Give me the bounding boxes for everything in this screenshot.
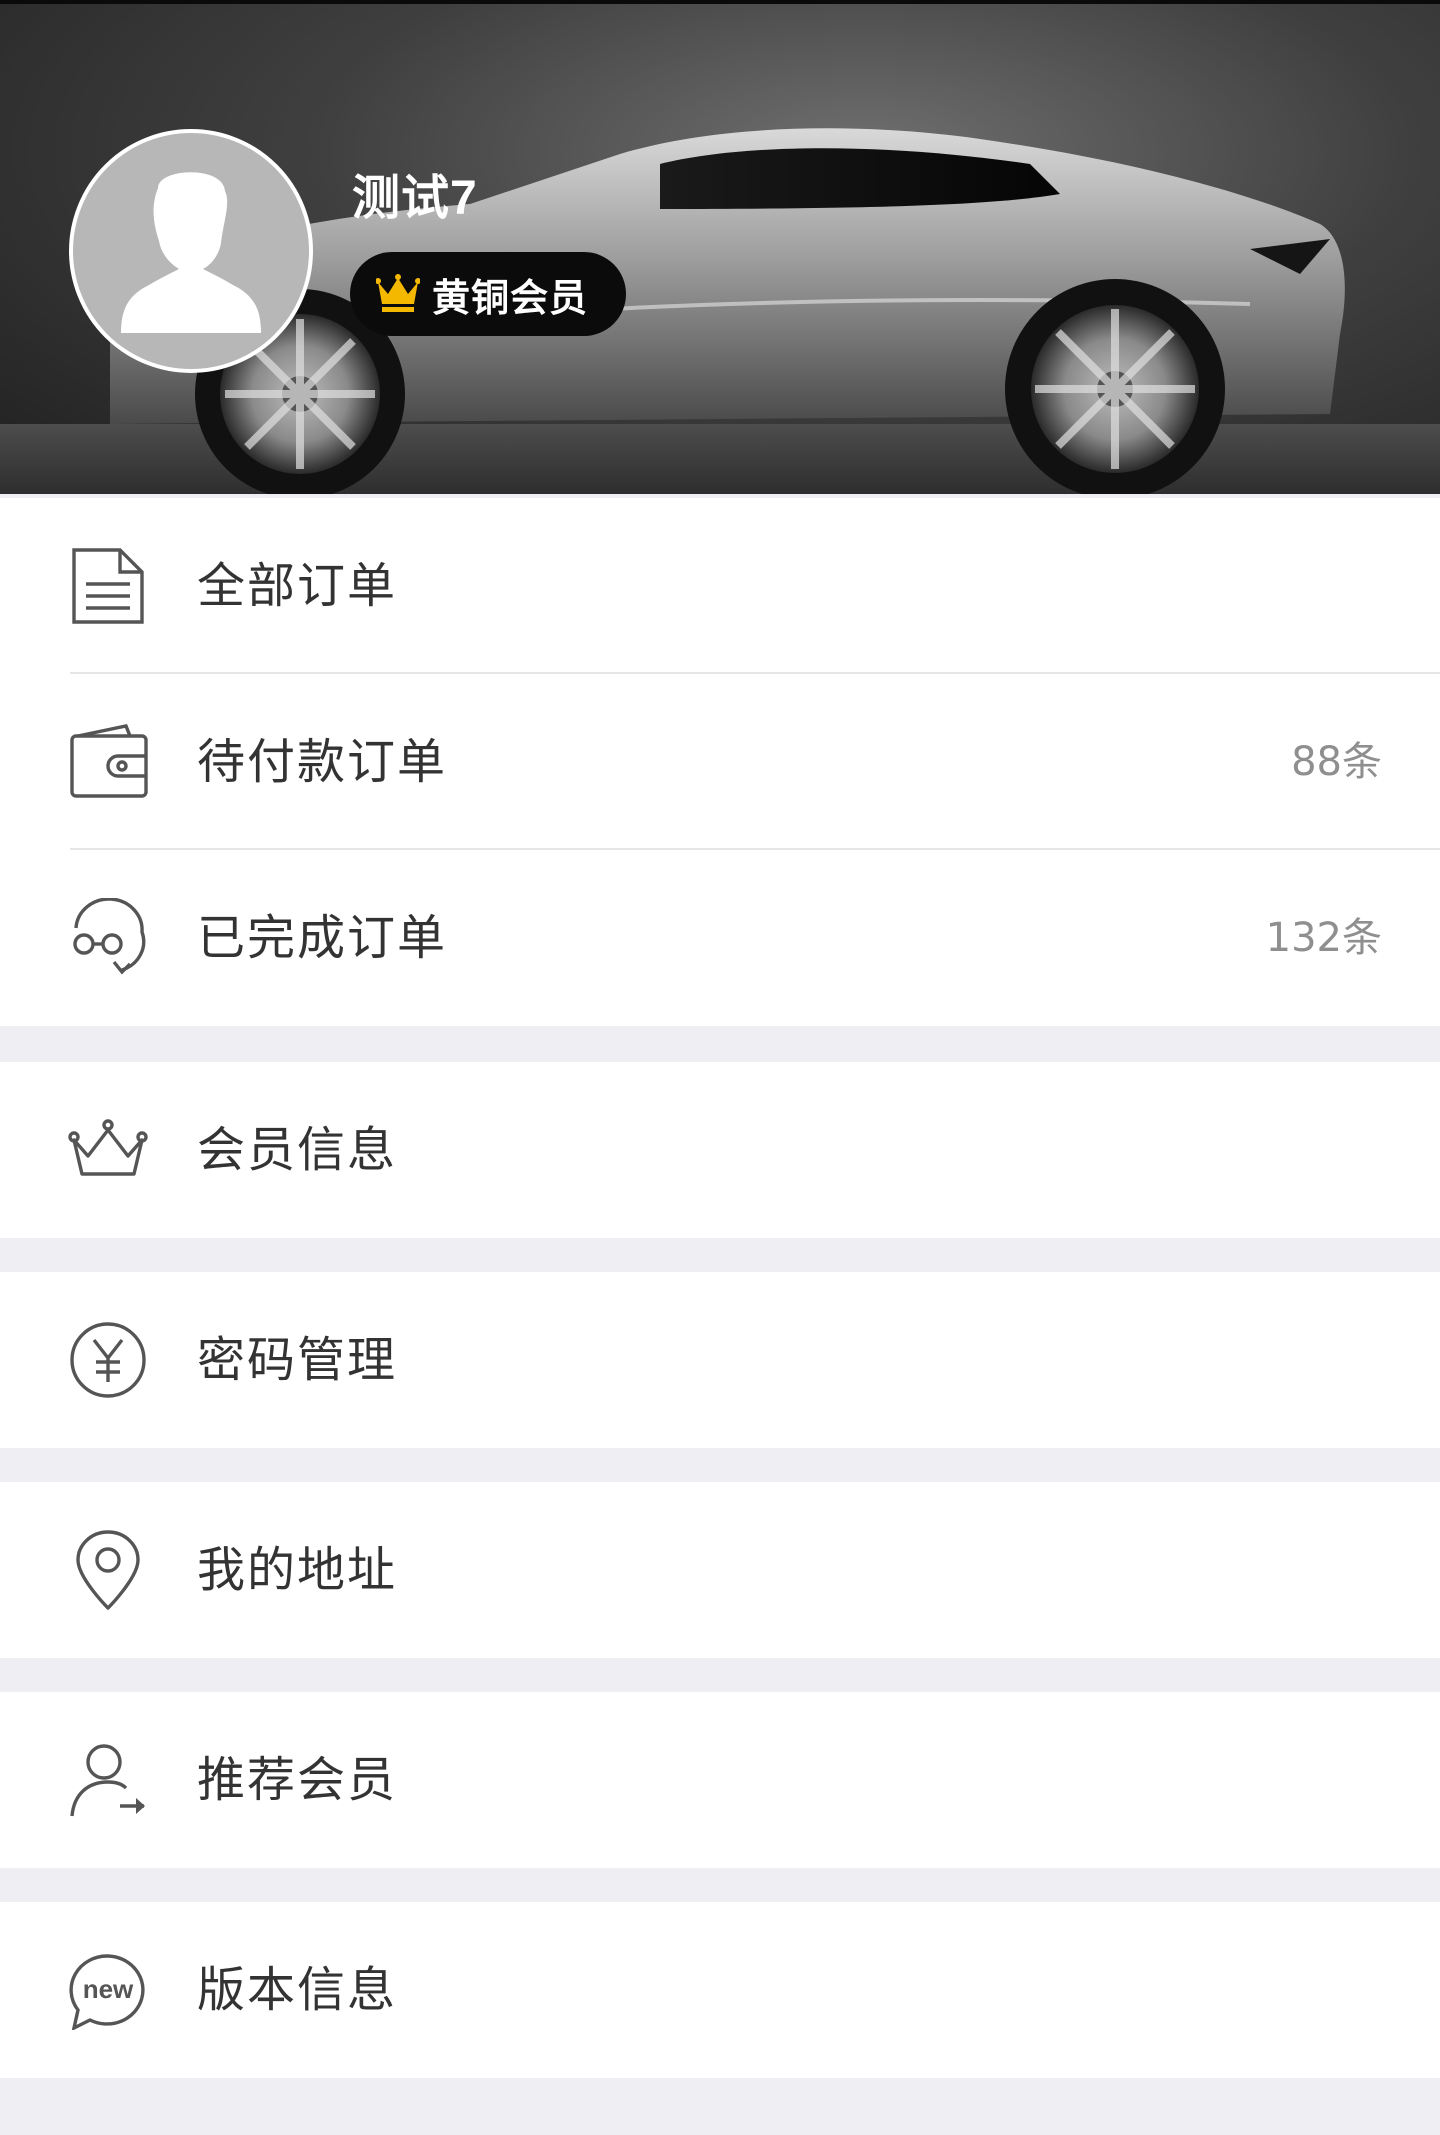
svg-text:new: new (83, 1974, 134, 2004)
version-group: new 版本信息 (0, 1902, 1440, 2078)
user-name: 测试7 (352, 172, 478, 225)
user-avatar[interactable] (69, 129, 313, 373)
user-share-icon (68, 1740, 148, 1820)
menu-item-label: 版本信息 (197, 1962, 398, 2018)
menu-item-password[interactable]: 密码管理 (0, 1272, 1440, 1448)
default-avatar-icon (121, 172, 261, 333)
wallet-icon (68, 722, 148, 802)
menu-item-label: 已完成订单 (197, 910, 448, 966)
menu-item-all-orders[interactable]: 全部订单 (0, 498, 1440, 674)
member-info-group: 会员信息 (0, 1062, 1440, 1238)
menu-item-pending-orders[interactable]: 待付款订单 88条 (0, 674, 1440, 850)
address-group: 我的地址 (0, 1482, 1440, 1658)
app-screen: 测试7 黄铜会员 全部订单 待付款订单 88条 已完成订单 132条 会员信息 … (0, 0, 1440, 2135)
menu-item-completed-orders[interactable]: 已完成订单 132条 (0, 850, 1440, 1026)
menu-item-label: 我的地址 (197, 1542, 398, 1598)
menu-item-label: 密码管理 (197, 1332, 398, 1388)
location-pin-icon (68, 1530, 148, 1610)
orders-group: 全部订单 待付款订单 88条 已完成订单 132条 (0, 498, 1440, 1026)
membership-badge[interactable]: 黄铜会员 (350, 252, 627, 336)
crown-icon (376, 274, 420, 312)
yen-circle-icon (68, 1320, 148, 1400)
menu-item-version[interactable]: new 版本信息 (0, 1902, 1440, 2078)
menu-item-member-info[interactable]: 会员信息 (0, 1062, 1440, 1238)
menu-item-label: 推荐会员 (197, 1752, 398, 1808)
menu-item-label: 全部订单 (197, 558, 398, 614)
password-group: 密码管理 (0, 1272, 1440, 1448)
document-icon (68, 546, 148, 626)
pending-orders-count: 88条 (1291, 739, 1382, 785)
completed-icon (68, 897, 148, 978)
membership-level: 黄铜会员 (432, 277, 589, 320)
menu-item-label: 会员信息 (197, 1122, 398, 1178)
menu-item-referral[interactable]: 推荐会员 (0, 1692, 1440, 1868)
crown-icon (68, 1110, 148, 1190)
new-badge-icon: new (68, 1950, 148, 2032)
completed-orders-count: 132条 (1265, 915, 1382, 961)
referral-group: 推荐会员 (0, 1692, 1440, 1868)
profile-header: 测试7 黄铜会员 (0, 4, 1440, 494)
menu-item-address[interactable]: 我的地址 (0, 1482, 1440, 1658)
menu-item-label: 待付款订单 (197, 734, 448, 790)
